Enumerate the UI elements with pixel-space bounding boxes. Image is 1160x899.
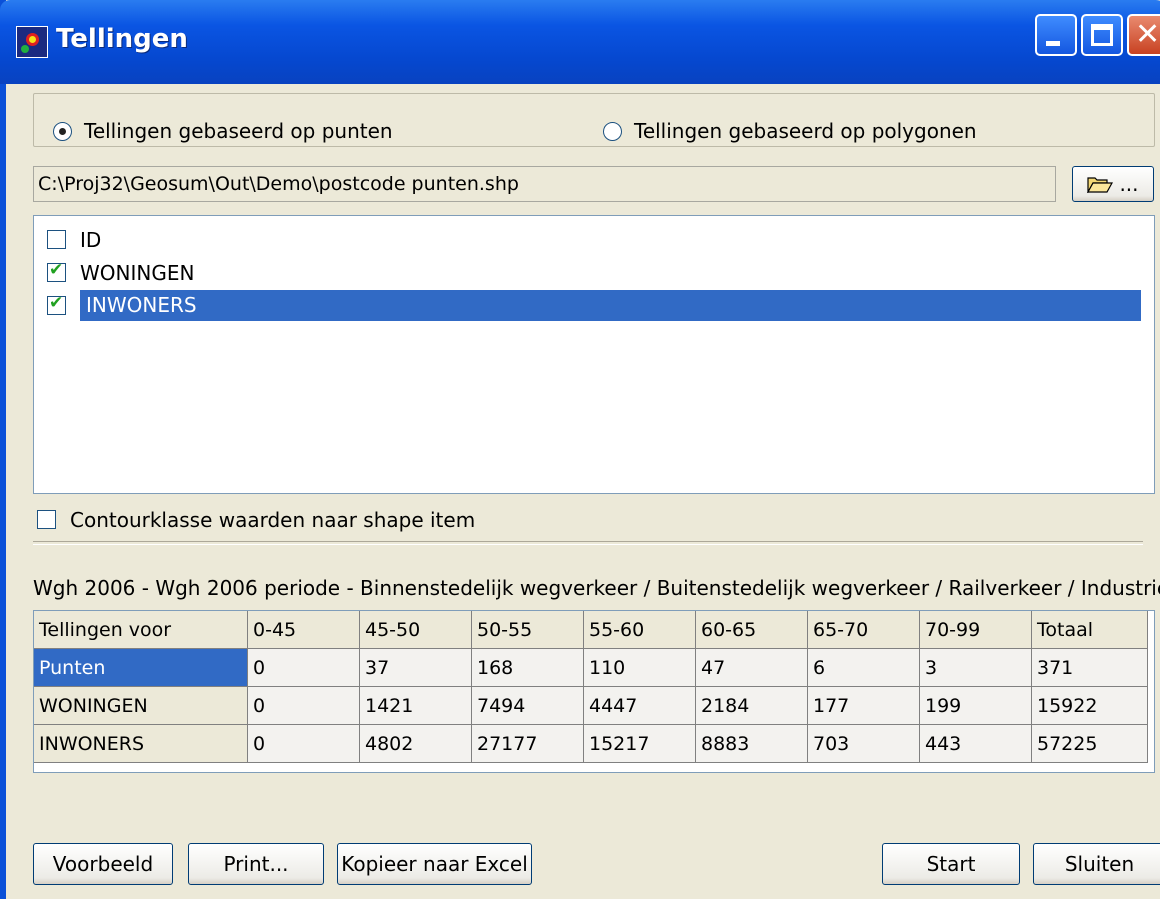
table-cell[interactable]: 6 xyxy=(808,649,920,687)
radio-points-indicator[interactable] xyxy=(53,121,72,141)
close-window-button[interactable]: ✕ xyxy=(1127,14,1160,56)
table-cell[interactable]: 0 xyxy=(248,649,360,687)
table-cell[interactable]: 1421 xyxy=(360,687,472,725)
table-cell[interactable]: 15922 xyxy=(1032,687,1148,725)
shape-path-field[interactable]: C:\Proj32\Geosum\Out\Demo\postcode punte… xyxy=(33,166,1056,202)
field-id-label: ID xyxy=(80,227,102,252)
field-item-woningen[interactable]: WONINGEN xyxy=(47,257,194,288)
tellingen-window: Tellingen ✕ Tellingen gebaseerd op punte… xyxy=(0,0,1160,899)
contour-checkbox[interactable] xyxy=(37,510,56,529)
field-item-id[interactable]: ID xyxy=(47,224,101,255)
table-header-cell: 70-99 xyxy=(920,611,1032,649)
row-label-cell[interactable]: WONINGEN xyxy=(34,687,248,725)
row-label-cell[interactable]: INWONERS xyxy=(34,725,248,763)
print-button[interactable]: Print... xyxy=(188,843,324,885)
maximize-button[interactable] xyxy=(1081,14,1123,56)
folder-open-icon xyxy=(1087,177,1114,193)
browse-button[interactable]: ... xyxy=(1072,166,1154,202)
field-woningen-checkbox[interactable] xyxy=(47,260,66,282)
table-cell[interactable]: 57225 xyxy=(1032,725,1148,763)
table-cell[interactable]: 0 xyxy=(248,725,360,763)
table-cell[interactable]: 3 xyxy=(920,649,1032,687)
radio-points-label: Tellingen gebaseerd op punten xyxy=(84,119,393,143)
table-cell[interactable]: 703 xyxy=(808,725,920,763)
table-header-cell: 0-45 xyxy=(248,611,360,649)
window-title: Tellingen xyxy=(56,24,188,54)
table-row[interactable]: WONINGEN 0 1421 7494 4447 2184 177 199 1… xyxy=(34,687,1148,725)
table-header-cell: 60-65 xyxy=(696,611,808,649)
table-header-row: Tellingen voor 0-45 45-50 50-55 55-60 60… xyxy=(34,611,1148,649)
field-inwoners-checkbox[interactable] xyxy=(47,293,66,315)
table-cell[interactable]: 0 xyxy=(248,687,360,725)
table-header-cell: 45-50 xyxy=(360,611,472,649)
field-id-checkbox[interactable] xyxy=(47,230,66,249)
table-cell[interactable]: 4802 xyxy=(360,725,472,763)
table-cell[interactable]: 168 xyxy=(472,649,584,687)
table-header-cell: Tellingen voor xyxy=(34,611,248,649)
separator xyxy=(33,541,1143,545)
close-icon: ✕ xyxy=(1135,17,1160,52)
table-cell[interactable]: 27177 xyxy=(472,725,584,763)
table-cell[interactable]: 47 xyxy=(696,649,808,687)
table-cell[interactable]: 199 xyxy=(920,687,1032,725)
table-header-cell: 50-55 xyxy=(472,611,584,649)
table-cell[interactable]: 7494 xyxy=(472,687,584,725)
table-cell[interactable]: 15217 xyxy=(584,725,696,763)
radio-points[interactable]: Tellingen gebaseerd op punten xyxy=(53,119,393,143)
table-header-cell: Totaal xyxy=(1032,611,1148,649)
description-text: Wgh 2006 - Wgh 2006 periode - Binnensted… xyxy=(33,576,1160,600)
table-cell[interactable]: 371 xyxy=(1032,649,1148,687)
contour-label: Contourklasse waarden naar shape item xyxy=(70,507,476,532)
app-icon xyxy=(16,26,48,58)
field-inwoners-label: INWONERS xyxy=(80,290,1141,321)
title-bar[interactable]: Tellingen ✕ xyxy=(0,0,1160,84)
minimize-icon xyxy=(1046,41,1060,46)
contour-option[interactable]: Contourklasse waarden naar shape item xyxy=(37,504,475,535)
field-woningen-label: WONINGEN xyxy=(80,260,195,285)
table-cell[interactable]: 4447 xyxy=(584,687,696,725)
table-cell[interactable]: 2184 xyxy=(696,687,808,725)
radio-polygons[interactable]: Tellingen gebaseerd op polygonen xyxy=(603,119,977,143)
table-cell[interactable]: 8883 xyxy=(696,725,808,763)
copy-to-excel-button[interactable]: Kopieer naar Excel xyxy=(337,843,532,885)
maximize-icon xyxy=(1091,24,1113,46)
close-button[interactable]: Sluiten xyxy=(1033,843,1160,885)
table-header-cell: 55-60 xyxy=(584,611,696,649)
row-label-cell[interactable]: Punten xyxy=(34,649,248,687)
table-header-cell: 65-70 xyxy=(808,611,920,649)
preview-button[interactable]: Voorbeeld xyxy=(33,843,173,885)
table-cell[interactable]: 37 xyxy=(360,649,472,687)
radio-polygons-label: Tellingen gebaseerd op polygonen xyxy=(634,119,977,143)
table-cell[interactable]: 110 xyxy=(584,649,696,687)
start-button[interactable]: Start xyxy=(882,843,1020,885)
table-cell[interactable]: 443 xyxy=(920,725,1032,763)
field-list[interactable]: ID WONINGEN INWONERS xyxy=(33,215,1155,494)
radio-polygons-indicator[interactable] xyxy=(603,121,622,141)
browse-label: ... xyxy=(1119,172,1139,196)
results-table[interactable]: Tellingen voor 0-45 45-50 50-55 55-60 60… xyxy=(33,610,1155,773)
table-row[interactable]: Punten 0 37 168 110 47 6 3 371 xyxy=(34,649,1148,687)
table-row[interactable]: INWONERS 0 4802 27177 15217 8883 703 443… xyxy=(34,725,1148,763)
table-cell[interactable]: 177 xyxy=(808,687,920,725)
field-item-inwoners[interactable]: INWONERS xyxy=(47,290,1141,321)
minimize-button[interactable] xyxy=(1035,14,1077,56)
